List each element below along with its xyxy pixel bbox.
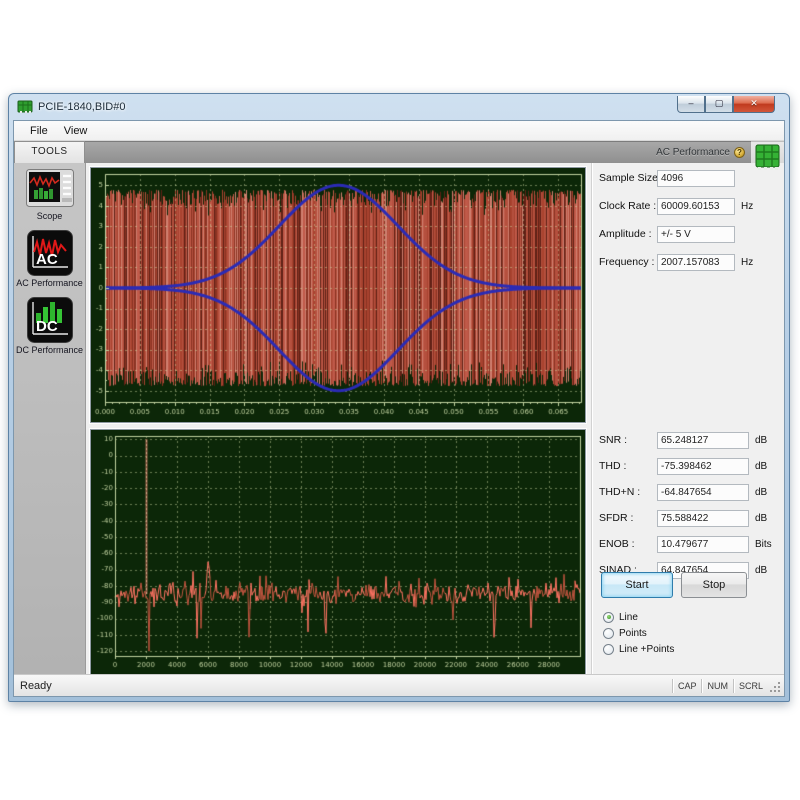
panel-header-bar: AC Performance ? — [85, 141, 751, 163]
field-enob: ENOB : Bits — [593, 536, 782, 554]
field-sfdr: SFDR : dB — [593, 510, 782, 528]
caps-lock-indicator: CAP — [672, 679, 702, 693]
fft-chart-panel — [90, 429, 586, 676]
field-unit: dB — [755, 565, 767, 576]
scope-chart-canvas — [91, 168, 585, 422]
scope-icon — [26, 169, 74, 209]
device-board-icon — [755, 144, 780, 171]
field-sample-size: Sample Size : — [593, 170, 782, 188]
enob-value[interactable] — [657, 536, 749, 553]
field-amplitude: Amplitude : — [593, 226, 782, 244]
tools-tab[interactable]: TOOLS — [14, 141, 85, 163]
control-panel: Sample Size : Clock Rate : Hz Amplitude … — [592, 163, 782, 674]
snr-value[interactable] — [657, 432, 749, 449]
field-label: SFDR : — [599, 512, 633, 524]
sample-size-input[interactable] — [657, 170, 735, 187]
app-window: PCIE-1840,BID#0 – ▢ ✕ File View TOOLS AC… — [8, 93, 790, 702]
start-button[interactable]: Start — [601, 572, 673, 598]
sidebar-item-dc-performance[interactable]: DC DC Performance — [14, 297, 85, 355]
menu-view[interactable]: View — [56, 123, 96, 139]
resize-grip[interactable] — [769, 681, 782, 694]
frequency-input[interactable] — [657, 254, 735, 271]
tools-sidebar: Scope AC AC Performance — [14, 163, 86, 674]
client-area: File View TOOLS AC Performance ? — [13, 120, 785, 697]
field-unit: dB — [755, 461, 767, 472]
field-unit: dB — [755, 435, 767, 446]
app-icon — [17, 100, 33, 114]
field-unit: Hz — [741, 257, 753, 268]
radio-points[interactable]: Points — [603, 626, 647, 640]
radio-label: Line — [619, 612, 638, 623]
status-text: Ready — [20, 680, 672, 692]
field-label: SNR : — [599, 434, 627, 446]
panel-title: AC Performance — [656, 147, 730, 158]
title-bar[interactable]: PCIE-1840,BID#0 – ▢ ✕ — [9, 94, 789, 120]
ac-performance-icon: AC — [27, 230, 73, 276]
sidebar-item-label: Scope — [14, 211, 85, 221]
field-unit: Bits — [755, 539, 772, 550]
status-bar: Ready CAP NUM SCRL — [14, 674, 784, 696]
dc-performance-icon: DC — [27, 297, 73, 343]
num-lock-indicator: NUM — [701, 679, 733, 693]
field-label: THD : — [599, 460, 626, 472]
field-unit: dB — [755, 487, 767, 498]
top-strip: TOOLS AC Performance ? — [14, 141, 784, 163]
fft-chart-canvas — [91, 430, 585, 675]
scroll-lock-indicator: SCRL — [733, 679, 768, 693]
menu-file[interactable]: File — [22, 123, 56, 139]
amplitude-input[interactable] — [657, 226, 735, 243]
sidebar-item-ac-performance[interactable]: AC AC Performance — [14, 230, 85, 288]
radio-icon — [603, 612, 614, 623]
menu-bar: File View — [14, 121, 784, 141]
field-label: Amplitude : — [599, 228, 652, 240]
field-unit: dB — [755, 513, 767, 524]
sidebar-item-label: AC Performance — [14, 278, 85, 288]
radio-line[interactable]: Line — [603, 610, 638, 624]
scope-chart-panel — [90, 167, 586, 423]
field-label: Clock Rate : — [599, 200, 656, 212]
svg-text:DC: DC — [36, 318, 58, 335]
device-icon-slot — [751, 141, 784, 163]
sidebar-item-label: DC Performance — [14, 345, 85, 355]
thd-n-value[interactable] — [657, 484, 749, 501]
radio-label: Line +Points — [619, 644, 674, 655]
window-title: PCIE-1840,BID#0 — [38, 101, 125, 113]
field-label: Frequency : — [599, 256, 654, 268]
radio-icon — [603, 644, 614, 655]
field-unit: Hz — [741, 201, 753, 212]
field-label: THD+N : — [599, 486, 640, 498]
svg-text:AC: AC — [36, 251, 58, 268]
maximize-button[interactable]: ▢ — [705, 96, 733, 113]
field-thd: THD : dB — [593, 458, 782, 476]
clock-rate-input[interactable] — [657, 198, 735, 215]
field-label: ENOB : — [599, 538, 635, 550]
close-button[interactable]: ✕ — [733, 96, 775, 113]
sidebar-item-scope[interactable]: Scope — [14, 169, 85, 221]
field-clock-rate: Clock Rate : Hz — [593, 198, 782, 216]
field-thd-n: THD+N : dB — [593, 484, 782, 502]
field-frequency: Frequency : Hz — [593, 254, 782, 272]
help-icon[interactable]: ? — [734, 147, 745, 158]
stop-button[interactable]: Stop — [681, 572, 747, 598]
field-snr: SNR : dB — [593, 432, 782, 450]
radio-icon — [603, 628, 614, 639]
radio-label: Points — [619, 628, 647, 639]
sfdr-value[interactable] — [657, 510, 749, 527]
main-area: Sample Size : Clock Rate : Hz Amplitude … — [86, 163, 784, 674]
body-row: Scope AC AC Performance — [14, 163, 784, 674]
thd-value[interactable] — [657, 458, 749, 475]
radio-line-points[interactable]: Line +Points — [603, 642, 674, 656]
minimize-button[interactable]: – — [677, 96, 705, 113]
field-label: Sample Size : — [599, 172, 664, 184]
